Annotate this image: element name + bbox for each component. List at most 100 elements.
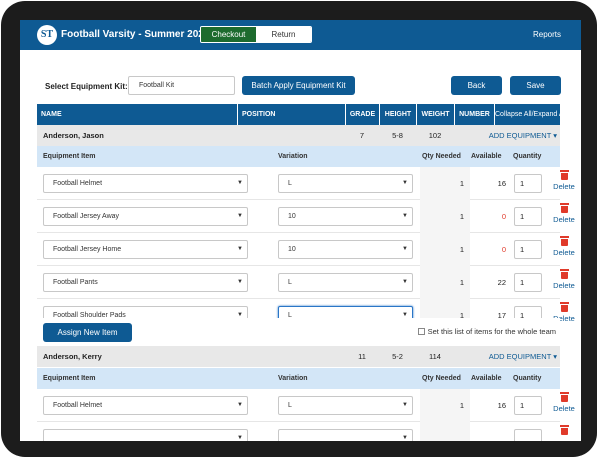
app-logo: ST — [37, 25, 57, 45]
table-header: NAME POSITION GRADE HEIGHT WEIGHT NUMBER… — [37, 104, 567, 125]
col-number[interactable]: NUMBER — [454, 104, 494, 125]
delete-button[interactable]: Delete — [549, 236, 579, 257]
quantity-input[interactable]: 1 — [514, 273, 542, 292]
back-button[interactable]: Back — [451, 76, 502, 95]
col-grade[interactable]: GRADE — [345, 104, 379, 125]
equipment-item-value: Football Jersey Away — [53, 213, 120, 220]
athlete-name: Anderson, Kerry — [43, 352, 102, 361]
caret-down-icon: ▼ — [237, 213, 243, 219]
equipment-subheader: Equipment Item Variation Qty Needed Avai… — [37, 146, 560, 167]
variation-select[interactable]: L ▼ — [278, 396, 413, 415]
caret-down-icon: ▼ — [402, 246, 408, 252]
athlete-row[interactable]: Anderson, Kerry 11 5-2 114 ADD EQUIPMENT… — [37, 346, 560, 367]
add-equipment-dropdown[interactable]: ADD EQUIPMENT ▾ — [489, 346, 557, 367]
equipment-item-select[interactable]: Football Helmet ▼ — [43, 174, 248, 193]
athlete-weight: 114 — [429, 352, 441, 361]
whole-team-option[interactable]: Set this list of items for the whole tea… — [417, 327, 556, 336]
equipment-item-select[interactable]: Football Jersey Away ▼ — [43, 207, 248, 226]
equipment-row: Football Jersey Away ▼ 10 ▼ 1 0 1 Delete — [37, 200, 575, 233]
checkout-return-toggle: Checkout Return — [200, 26, 312, 43]
caret-down-icon: ▼ — [237, 402, 243, 408]
assign-new-item-button[interactable]: Assign New Item — [43, 323, 132, 342]
equipment-subheader: Equipment Item Variation Qty Needed Avai… — [37, 368, 560, 389]
quantity-input[interactable]: 1 — [514, 174, 542, 193]
trash-icon — [559, 236, 569, 246]
delete-button[interactable]: Delete — [549, 203, 579, 224]
equipment-item-select[interactable]: ▼ — [43, 429, 248, 441]
collapse-expand-all[interactable]: Collapse All/Expand All — [494, 104, 567, 125]
variation-select[interactable]: L ▼ — [278, 174, 413, 193]
add-equipment-label: ADD EQUIPMENT — [488, 131, 552, 140]
delete-button[interactable]: Delete — [549, 269, 579, 290]
trash-icon — [559, 302, 569, 312]
available-count: 16 — [497, 401, 506, 410]
quantity-input[interactable]: 1 — [514, 207, 542, 226]
tab-return[interactable]: Return — [256, 27, 311, 42]
caret-down-icon: ▼ — [237, 279, 243, 285]
trash-icon — [559, 203, 569, 213]
variation-value: L — [288, 180, 292, 187]
athlete-footer: Assign New Item Set this list of items f… — [37, 318, 560, 348]
quantity-input[interactable] — [514, 429, 542, 441]
delete-label: Delete — [553, 404, 575, 413]
equipment-row: Football Helmet ▼ L ▼ 1 16 1 Delete — [37, 167, 575, 200]
delete-label: Delete — [553, 182, 575, 191]
subcol-available: Available — [471, 375, 502, 382]
equipment-row: Football Helmet ▼ L ▼ 1 16 1 Delete — [37, 389, 575, 422]
tablet-frame: ST Football Varsity - Summer 2022 Checko… — [1, 1, 597, 457]
col-position[interactable]: POSITION — [237, 104, 345, 125]
variation-select[interactable]: 10 ▼ — [278, 207, 413, 226]
subcol-quantity: Quantity — [513, 153, 542, 160]
app-screen: ST Football Varsity - Summer 2022 Checko… — [20, 20, 581, 441]
add-equipment-label: ADD EQUIPMENT — [488, 352, 552, 361]
reports-link[interactable]: Reports — [533, 30, 561, 39]
add-equipment-dropdown[interactable]: ADD EQUIPMENT ▾ — [489, 125, 557, 146]
variation-select[interactable]: 10 ▼ — [278, 240, 413, 259]
equipment-row: ▼ ▼ — [37, 422, 569, 441]
equipment-item-select[interactable]: Football Helmet ▼ — [43, 396, 248, 415]
batch-apply-button[interactable]: Batch Apply Equipment Kit — [242, 76, 355, 95]
available-count: 0 — [501, 245, 506, 254]
tab-checkout[interactable]: Checkout — [201, 27, 256, 42]
subcol-available: Available — [471, 153, 502, 160]
available-count: 0 — [501, 212, 506, 221]
delete-button[interactable]: Delete — [549, 392, 579, 413]
equipment-item-select[interactable]: Football Pants ▼ — [43, 273, 248, 292]
athlete-height: 5-2 — [392, 352, 403, 361]
subcol-item: Equipment Item — [43, 153, 96, 160]
delete-button[interactable]: Delete — [549, 170, 579, 191]
whole-team-label: Set this list of items for the whole tea… — [427, 327, 556, 336]
subcol-qty-needed: Qty Needed — [422, 375, 461, 382]
caret-down-icon: ▼ — [402, 279, 408, 285]
qty-needed: 1 — [459, 401, 464, 410]
equipment-item-value: Football Jersey Home — [53, 246, 122, 253]
available-count: 16 — [497, 179, 506, 188]
qty-needed: 1 — [459, 212, 464, 221]
whole-team-checkbox[interactable] — [417, 328, 425, 335]
trash-icon — [559, 392, 569, 402]
equipment-item-value: Football Pants — [53, 279, 98, 286]
subcol-variation: Variation — [278, 153, 308, 160]
equipment-item-value: Football Helmet — [53, 180, 103, 187]
athlete-row[interactable]: Anderson, Jason 7 5-8 102 ADD EQUIPMENT … — [37, 125, 560, 146]
athlete-weight: 102 — [428, 131, 442, 140]
variation-value: L — [288, 402, 292, 409]
variation-value: 10 — [288, 246, 296, 253]
quantity-input[interactable]: 1 — [514, 240, 542, 259]
col-height[interactable]: HEIGHT — [379, 104, 416, 125]
caret-down-icon: ▼ — [237, 435, 243, 441]
equipment-item-value: Football Helmet — [53, 402, 103, 409]
save-button[interactable]: Save — [510, 76, 561, 95]
col-name[interactable]: NAME — [37, 104, 237, 125]
variation-select[interactable]: ▼ — [278, 429, 413, 441]
equipment-kit-select[interactable]: Football Kit — [128, 76, 235, 95]
page-title: Football Varsity - Summer 2022 — [61, 29, 210, 40]
delete-button[interactable] — [549, 425, 579, 435]
equipment-item-select[interactable]: Football Jersey Home ▼ — [43, 240, 248, 259]
athlete-height: 5-8 — [392, 131, 403, 140]
variation-select[interactable]: L ▼ — [278, 273, 413, 292]
athlete-name: Anderson, Jason — [43, 131, 104, 140]
quantity-input[interactable]: 1 — [514, 396, 542, 415]
trash-icon — [559, 425, 569, 435]
col-weight[interactable]: WEIGHT — [416, 104, 454, 125]
